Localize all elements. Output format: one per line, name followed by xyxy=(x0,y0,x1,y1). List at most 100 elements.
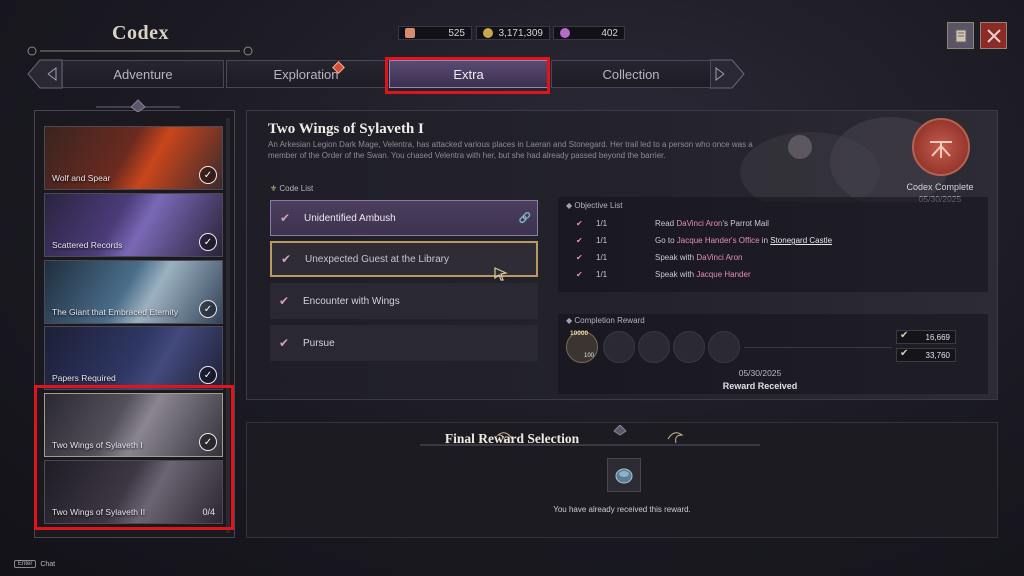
reward-date: 05/30/2025 xyxy=(738,368,782,378)
code-list-label: Code List xyxy=(279,184,314,193)
highlight-box-extra-tab xyxy=(385,57,550,94)
currency-value: 525 xyxy=(448,27,465,39)
checkmark-icon: ✔ xyxy=(279,294,290,308)
diamond-bullet-icon: ◆ xyxy=(566,201,573,210)
reward-received-label: Reward Received xyxy=(722,381,798,391)
code-item-unexpected-guest[interactable]: ✔ Unexpected Guest at the Library xyxy=(270,241,538,281)
codex-card-label: Scattered Records xyxy=(52,240,123,250)
objective-progress: 1/1 xyxy=(596,236,608,245)
codex-card-papers-required[interactable]: Papers Required ✓ xyxy=(44,326,223,390)
check-icon: ✓ xyxy=(199,233,217,251)
cursor-icon xyxy=(494,267,508,281)
scroll-icon xyxy=(405,28,415,38)
tab-collection[interactable]: Collection xyxy=(551,60,711,88)
currency-gem: 402 xyxy=(553,26,625,40)
codex-complete-seal xyxy=(912,118,970,176)
completion-reward-label: Completion Reward xyxy=(574,316,645,325)
checkmark-icon: ✔ xyxy=(576,253,583,262)
reward-chest-icon xyxy=(615,468,633,484)
code-list-header: ⚜ Code List xyxy=(270,184,313,193)
enter-key-hint: Enter xyxy=(14,560,37,568)
reward-check-icon: ✔ xyxy=(900,330,909,341)
codex-card-giant-embraced-eternity[interactable]: The Giant that Embraced Eternity ✓ xyxy=(44,260,223,324)
objective-list-header: ◆ Objective List xyxy=(566,201,622,210)
chat-hint[interactable]: Enter Chat xyxy=(14,560,55,568)
diamond-bullet-icon: ◆ xyxy=(566,316,573,325)
objective-text: Speak with Jacque Hander xyxy=(655,270,751,279)
chat-label: Chat xyxy=(40,560,56,568)
objective-prefix: Read xyxy=(655,219,677,228)
codex-complete-label: Codex Complete xyxy=(906,182,974,192)
code-item-label: Unidentified Ambush xyxy=(304,212,396,224)
final-reward-item[interactable] xyxy=(607,458,641,492)
empty-reward-slot xyxy=(603,331,635,363)
objective-prefix: Go to xyxy=(655,236,677,245)
completion-reward-header: ◆ Completion Reward xyxy=(566,316,645,325)
objective-suffix: 's Parrot Mail xyxy=(722,219,769,228)
objective-list-label: Objective List xyxy=(574,201,623,210)
objective-prefix: Speak with xyxy=(655,253,697,262)
objective-row: ✔ 1/1 Read DaVinci Aron's Parrot Mail xyxy=(576,219,769,228)
tab-adventure[interactable]: Adventure xyxy=(62,60,224,88)
checkmark-icon: ✔ xyxy=(281,252,292,266)
objective-text: Speak with DaVinci Aron xyxy=(655,253,742,262)
fleur-icon: ⚜ xyxy=(270,184,278,193)
close-icon xyxy=(986,28,1001,43)
objective-text: Go to Jacque Hander's Office in Stonegar… xyxy=(655,236,832,245)
objective-row: ✔ 1/1 Go to Jacque Hander's Office in St… xyxy=(576,236,832,245)
code-item-pursue[interactable]: ✔ Pursue xyxy=(270,325,538,361)
code-item-unidentified-ambush[interactable]: ✔ Unidentified Ambush 🔗 xyxy=(270,200,538,236)
code-item-encounter-with-wings[interactable]: ✔ Encounter with Wings xyxy=(270,283,538,319)
codex-card-label: Papers Required xyxy=(52,373,116,383)
reward-item-slot[interactable]: 10000 100 xyxy=(566,330,598,363)
reward-check-icon: ✔ xyxy=(900,348,909,359)
reward-value: 16,669 xyxy=(925,332,950,342)
tab-exploration[interactable]: Exploration xyxy=(226,60,386,88)
codex-card-scattered-records[interactable]: Scattered Records ✓ xyxy=(44,193,223,257)
currency-gold: 3,171,309 xyxy=(476,26,550,40)
reward-divider xyxy=(744,347,892,348)
objective-progress: 1/1 xyxy=(596,219,608,228)
checkmark-icon: ✔ xyxy=(280,211,291,225)
codex-card-wolf-and-spear[interactable]: Wolf and Spear ✓ xyxy=(44,126,223,190)
empty-reward-slot xyxy=(638,331,670,363)
objective-highlight: Jacque Hander xyxy=(696,270,751,279)
checkmark-icon: ✔ xyxy=(576,270,583,279)
code-item-label: Encounter with Wings xyxy=(303,295,400,307)
close-button[interactable] xyxy=(980,22,1007,49)
checkmark-icon: ✔ xyxy=(576,219,583,228)
reward-item-bottom-value: 100 xyxy=(583,353,594,359)
objective-highlight: Jacque Hander's Office xyxy=(676,236,760,245)
final-reward-title: Final Reward Selection xyxy=(444,431,580,446)
currency-value: 3,171,309 xyxy=(498,27,544,39)
page-title: Codex xyxy=(112,22,169,44)
codex-description: An Arkesian Legion Dark Mage, Velentra, … xyxy=(268,140,753,160)
codex-card-label: The Giant that Embraced Eternity xyxy=(52,307,179,317)
reward-item-top-value: 10000 xyxy=(570,330,589,337)
book-icon xyxy=(955,29,966,42)
objective-text: Read DaVinci Aron's Parrot Mail xyxy=(655,219,769,228)
guide-button[interactable] xyxy=(947,22,974,49)
objective-progress: 1/1 xyxy=(596,270,608,279)
check-icon: ✓ xyxy=(199,366,217,384)
codex-card-label: Wolf and Spear xyxy=(52,173,111,183)
objective-location-link[interactable]: Stonegard Castle xyxy=(770,236,832,245)
checkmark-icon: ✔ xyxy=(279,336,290,350)
objective-progress: 1/1 xyxy=(596,253,608,262)
reward-value: 33,760 xyxy=(925,350,950,360)
gem-icon xyxy=(560,28,570,38)
codex-detail-title: Two Wings of Sylaveth I xyxy=(268,121,424,137)
link-icon: 🔗 xyxy=(518,212,531,224)
checkmark-icon: ✔ xyxy=(576,236,583,245)
empty-reward-slot xyxy=(673,331,705,363)
currency-scroll: 525 xyxy=(398,26,472,40)
objective-row: ✔ 1/1 Speak with Jacque Hander xyxy=(576,270,751,279)
seal-emblem-icon xyxy=(930,141,952,158)
code-item-label: Pursue xyxy=(303,337,335,349)
objective-suffix: in xyxy=(759,236,771,245)
currency-value: 402 xyxy=(601,27,618,39)
empty-reward-slot xyxy=(708,331,740,363)
check-icon: ✓ xyxy=(199,166,217,184)
objective-highlight: DaVinci Aron xyxy=(696,253,743,262)
objective-highlight: DaVinci Aron xyxy=(676,219,723,228)
